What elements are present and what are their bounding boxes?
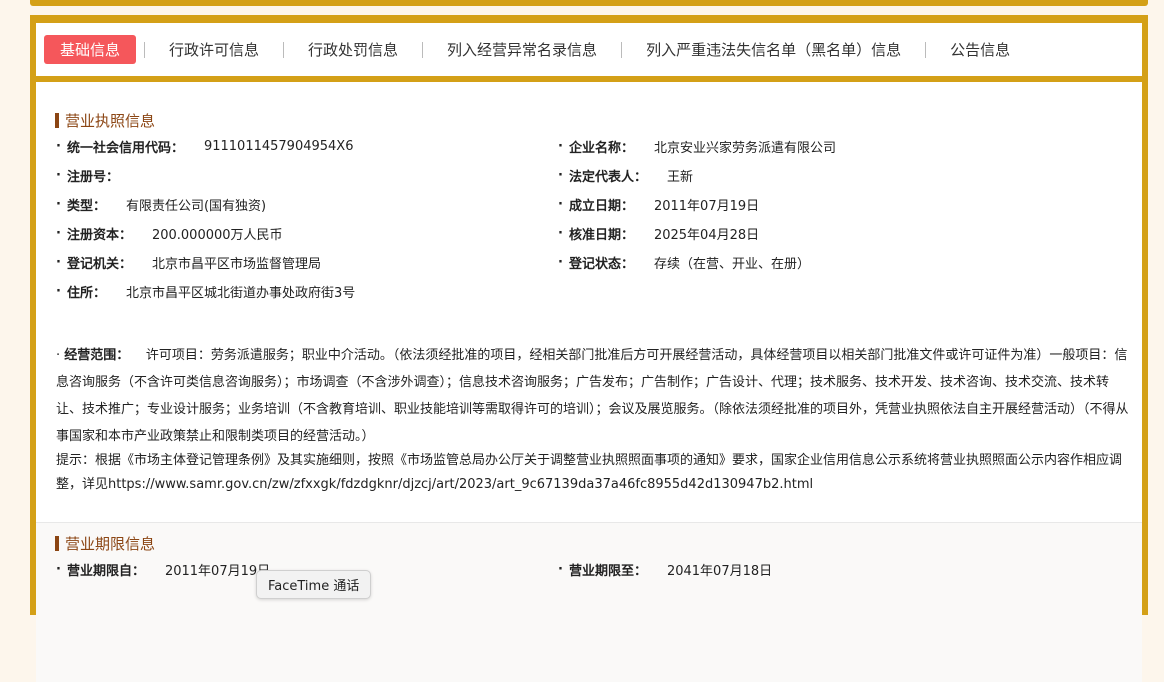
address-value: 北京市昌平区城北街道办事处政府街3号	[125, 286, 356, 301]
bullet: ·	[56, 197, 61, 212]
bullet: ·	[558, 168, 563, 183]
term-from-label: 营业期限自：	[66, 564, 145, 579]
company-name-value: 北京安业兴家劳务派遣有限公司	[653, 141, 836, 156]
company-name-label: 企业名称：	[568, 141, 634, 156]
bullet: ·	[558, 255, 563, 270]
established-label: 成立日期：	[568, 199, 634, 214]
term-to-value: 2041年07月18日	[666, 564, 773, 579]
type-label: 类型：	[66, 199, 106, 214]
tab-blacklist[interactable]: 列入严重违法失信名单（黑名单）信息	[622, 35, 925, 64]
credit-code-row: · 统一社会信用代码： 9111011457904954X6	[56, 137, 353, 156]
approved-label: 核准日期：	[568, 228, 634, 243]
bullet: ·	[558, 197, 563, 212]
bullet: ·	[56, 284, 61, 299]
term-to-row: · 营业期限至： 2041年07月18日	[558, 560, 772, 579]
notice-tip: 提示：根据《市场主体登记管理条例》及其实施细则，按照《市场监管总局办公厅关于调整…	[56, 453, 1123, 492]
established-row: · 成立日期： 2011年07月19日	[558, 195, 759, 214]
tab-admin-penalty[interactable]: 行政处罚信息	[284, 35, 422, 64]
status-value: 存续（在营、开业、在册）	[653, 257, 810, 272]
scope-value: 许可项目：劳务派遣服务；职业中介活动。（依法须经批准的项目，经相关部门批准后方可…	[56, 348, 1129, 444]
capital-label: 注册资本：	[66, 228, 132, 243]
bullet: ·	[558, 562, 563, 577]
term-to-label: 营业期限至：	[568, 564, 647, 579]
authority-value: 北京市昌平区市场监督管理局	[151, 257, 321, 272]
tab-abnormal-list[interactable]: 列入经营异常名录信息	[423, 35, 621, 64]
tab-basic-info[interactable]: 基础信息	[44, 35, 137, 64]
bullet: ·	[56, 168, 61, 183]
bullet: ·	[56, 255, 61, 270]
status-row: · 登记状态： 存续（在营、开业、在册）	[558, 253, 810, 272]
address-row: · 住所： 北京市昌平区城北街道办事处政府街3号	[56, 282, 355, 301]
authority-row: · 登记机关： 北京市昌平区市场监督管理局	[56, 253, 321, 272]
bullet: ·	[56, 139, 61, 154]
top-border-strip	[30, 0, 1148, 6]
term-from-value: 2011年07月19日	[164, 564, 271, 579]
tab-admin-license[interactable]: 行政许可信息	[145, 35, 283, 64]
info-panel: 基础信息 行政许可信息 行政处罚信息 列入经营异常名录信息 列入严重违法失信名单…	[30, 15, 1148, 682]
facetime-tooltip: FaceTime 通话	[256, 570, 372, 599]
section-marker	[55, 536, 59, 551]
reg-no-label: 注册号：	[66, 170, 119, 185]
authority-label: 登记机关：	[66, 257, 132, 272]
bullet: ·	[558, 226, 563, 241]
tab-bar: 基础信息 行政许可信息 行政处罚信息 列入经营异常名录信息 列入严重违法失信名单…	[36, 23, 1142, 76]
business-scope: · 经营范围： 许可项目：劳务派遣服务；职业中介活动。（依法须经批准的项目，经相…	[56, 342, 1131, 450]
term-from-row: · 营业期限自： 2011年07月19日	[56, 560, 270, 579]
term-section-title-text: 营业期限信息	[65, 535, 156, 553]
license-section-title: 营业执照信息	[55, 110, 155, 131]
type-row: · 类型： 有限责任公司(国有独资)	[56, 195, 266, 214]
basic-info-content: 营业执照信息 · 统一社会信用代码： 9111011457904954X6 · …	[36, 82, 1142, 682]
tab-announcements[interactable]: 公告信息	[926, 35, 1034, 64]
bullet: ·	[56, 562, 61, 577]
bullet: ·	[558, 139, 563, 154]
legal-rep-row: · 法定代表人： 王新	[558, 166, 693, 185]
term-section-title: 营业期限信息	[55, 533, 155, 554]
license-section-title-text: 营业执照信息	[65, 112, 156, 130]
address-label: 住所：	[66, 286, 106, 301]
status-label: 登记状态：	[568, 257, 634, 272]
legal-rep-label: 法定代表人：	[568, 170, 647, 185]
approved-row: · 核准日期： 2025年04月28日	[558, 224, 759, 243]
credit-code-label: 统一社会信用代码：	[66, 141, 184, 156]
reg-no-row: · 注册号：	[56, 166, 139, 185]
established-value: 2011年07月19日	[653, 199, 760, 214]
legal-rep-value: 王新	[666, 170, 693, 185]
capital-row: · 注册资本： 200.000000万人民币	[56, 224, 283, 243]
term-section	[36, 523, 1142, 682]
credit-code-value: 9111011457904954X6	[203, 139, 354, 154]
company-name-row: · 企业名称： 北京安业兴家劳务派遣有限公司	[558, 137, 836, 156]
scope-label: 经营范围：	[64, 348, 130, 363]
section-marker	[55, 113, 59, 128]
capital-value: 200.000000万人民币	[151, 228, 283, 243]
type-value: 有限责任公司(国有独资)	[125, 199, 267, 214]
bullet: ·	[56, 226, 61, 241]
approved-value: 2025年04月28日	[653, 228, 760, 243]
